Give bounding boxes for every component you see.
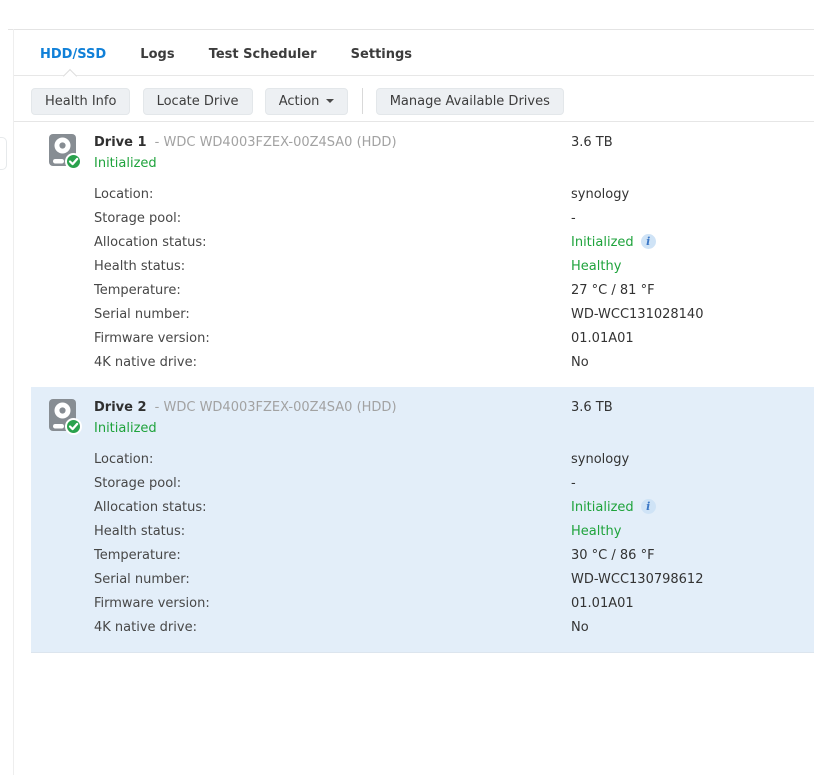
- detail-value: 27 °C / 81 °F: [571, 283, 655, 298]
- locate-drive-button[interactable]: Locate Drive: [142, 88, 253, 115]
- drive-status: Initialized: [94, 421, 157, 436]
- detail-label: Health status:: [94, 259, 186, 274]
- detail-row-location: Location: synology: [31, 183, 814, 207]
- detail-label: Allocation status:: [94, 500, 207, 515]
- detail-label: Health status:: [94, 524, 186, 539]
- detail-label: Temperature:: [94, 548, 181, 563]
- detail-value: Initialized i: [571, 496, 656, 520]
- detail-label: Allocation status:: [94, 235, 207, 250]
- detail-value: -: [571, 211, 576, 226]
- drive-size: 3.6 TB: [571, 135, 613, 150]
- storage-manager-panel: HDD/SSD Logs Test Scheduler Settings Hea…: [14, 30, 814, 775]
- allocation-status-text: Initialized: [571, 235, 634, 250]
- detail-label: Storage pool:: [94, 476, 182, 491]
- hdd-drive-icon: [49, 134, 82, 170]
- allocation-status-text: Initialized: [571, 500, 634, 515]
- detail-label: Serial number:: [94, 572, 190, 587]
- detail-value: 01.01A01: [571, 596, 634, 611]
- detail-value: synology: [571, 187, 630, 202]
- tab-hdd-ssd[interactable]: HDD/SSD: [40, 47, 106, 62]
- detail-row-storage-pool: Storage pool: -: [31, 472, 814, 496]
- detail-row-location: Location: synology: [31, 448, 814, 472]
- drive-list: Drive 1 - WDC WD4003FZEX-00Z4SA0 (HDD) 3…: [31, 122, 814, 653]
- drive-row-1[interactable]: Drive 1 - WDC WD4003FZEX-00Z4SA0 (HDD) 3…: [31, 122, 814, 387]
- detail-value: Initialized i: [571, 231, 656, 255]
- drive-status: Initialized: [94, 156, 157, 171]
- detail-value: WD-WCC130798612: [571, 572, 704, 587]
- detail-value: Healthy: [571, 259, 622, 274]
- drive-title: Drive 2 - WDC WD4003FZEX-00Z4SA0 (HDD): [94, 399, 814, 417]
- manage-available-drives-button[interactable]: Manage Available Drives: [375, 88, 564, 115]
- detail-value: 01.01A01: [571, 331, 634, 346]
- tab-logs[interactable]: Logs: [140, 47, 174, 62]
- detail-value: synology: [571, 452, 630, 467]
- drive-title: Drive 1 - WDC WD4003FZEX-00Z4SA0 (HDD): [94, 134, 814, 152]
- tab-bar: HDD/SSD Logs Test Scheduler Settings: [14, 30, 814, 84]
- detail-value: 30 °C / 86 °F: [571, 548, 655, 563]
- detail-label: Location:: [94, 187, 154, 202]
- detail-row-firmware: Firmware version: 01.01A01: [31, 592, 814, 616]
- detail-value: -: [571, 476, 576, 491]
- detail-row-health-status: Health status: Healthy: [31, 520, 814, 544]
- hdd-drive-icon: [49, 399, 82, 435]
- detail-row-allocation-status: Allocation status: Initialized i: [31, 231, 814, 255]
- detail-label: Temperature:: [94, 283, 181, 298]
- drive-name: Drive 1: [94, 135, 147, 150]
- drive-details: Location: synology Storage pool: - Alloc…: [31, 448, 814, 640]
- drive-size: 3.6 TB: [571, 400, 613, 415]
- detail-row-storage-pool: Storage pool: -: [31, 207, 814, 231]
- panel-edge-handle: [0, 137, 7, 170]
- toolbar: Health Info Locate Drive Action Manage A…: [14, 76, 814, 122]
- drive-model: - WDC WD4003FZEX-00Z4SA0 (HDD): [154, 400, 397, 415]
- action-dropdown-button[interactable]: Action: [264, 88, 349, 115]
- detail-label: Location:: [94, 452, 154, 467]
- detail-row-temperature: Temperature: 27 °C / 81 °F: [31, 279, 814, 303]
- tab-settings[interactable]: Settings: [351, 47, 412, 62]
- detail-value: Healthy: [571, 524, 622, 539]
- drive-details: Location: synology Storage pool: - Alloc…: [31, 183, 814, 375]
- toolbar-divider: [361, 88, 363, 114]
- detail-label: Serial number:: [94, 307, 190, 322]
- detail-value: No: [571, 355, 589, 370]
- detail-row-allocation-status: Allocation status: Initialized i: [31, 496, 814, 520]
- detail-label: Storage pool:: [94, 211, 182, 226]
- info-icon[interactable]: i: [640, 234, 656, 249]
- info-icon[interactable]: i: [640, 499, 656, 514]
- detail-row-health-status: Health status: Healthy: [31, 255, 814, 279]
- detail-row-firmware: Firmware version: 01.01A01: [31, 327, 814, 351]
- detail-label: 4K native drive:: [94, 620, 197, 635]
- detail-label: Firmware version:: [94, 596, 210, 611]
- detail-label: 4K native drive:: [94, 355, 197, 370]
- detail-label: Firmware version:: [94, 331, 210, 346]
- drive-model: - WDC WD4003FZEX-00Z4SA0 (HDD): [154, 135, 397, 150]
- detail-value: No: [571, 620, 589, 635]
- action-button-label: Action: [278, 94, 320, 109]
- detail-row-temperature: Temperature: 30 °C / 86 °F: [31, 544, 814, 568]
- drive-row-2[interactable]: Drive 2 - WDC WD4003FZEX-00Z4SA0 (HDD) 3…: [31, 387, 814, 653]
- tab-test-scheduler[interactable]: Test Scheduler: [209, 47, 317, 62]
- detail-row-serial-number: Serial number: WD-WCC130798612: [31, 568, 814, 592]
- caret-down-icon: [326, 98, 335, 103]
- detail-row-4k-native: 4K native drive: No: [31, 616, 814, 640]
- detail-value: WD-WCC131028140: [571, 307, 704, 322]
- detail-row-serial-number: Serial number: WD-WCC131028140: [31, 303, 814, 327]
- detail-row-4k-native: 4K native drive: No: [31, 351, 814, 375]
- health-info-button[interactable]: Health Info: [31, 88, 131, 115]
- drive-name: Drive 2: [94, 400, 147, 415]
